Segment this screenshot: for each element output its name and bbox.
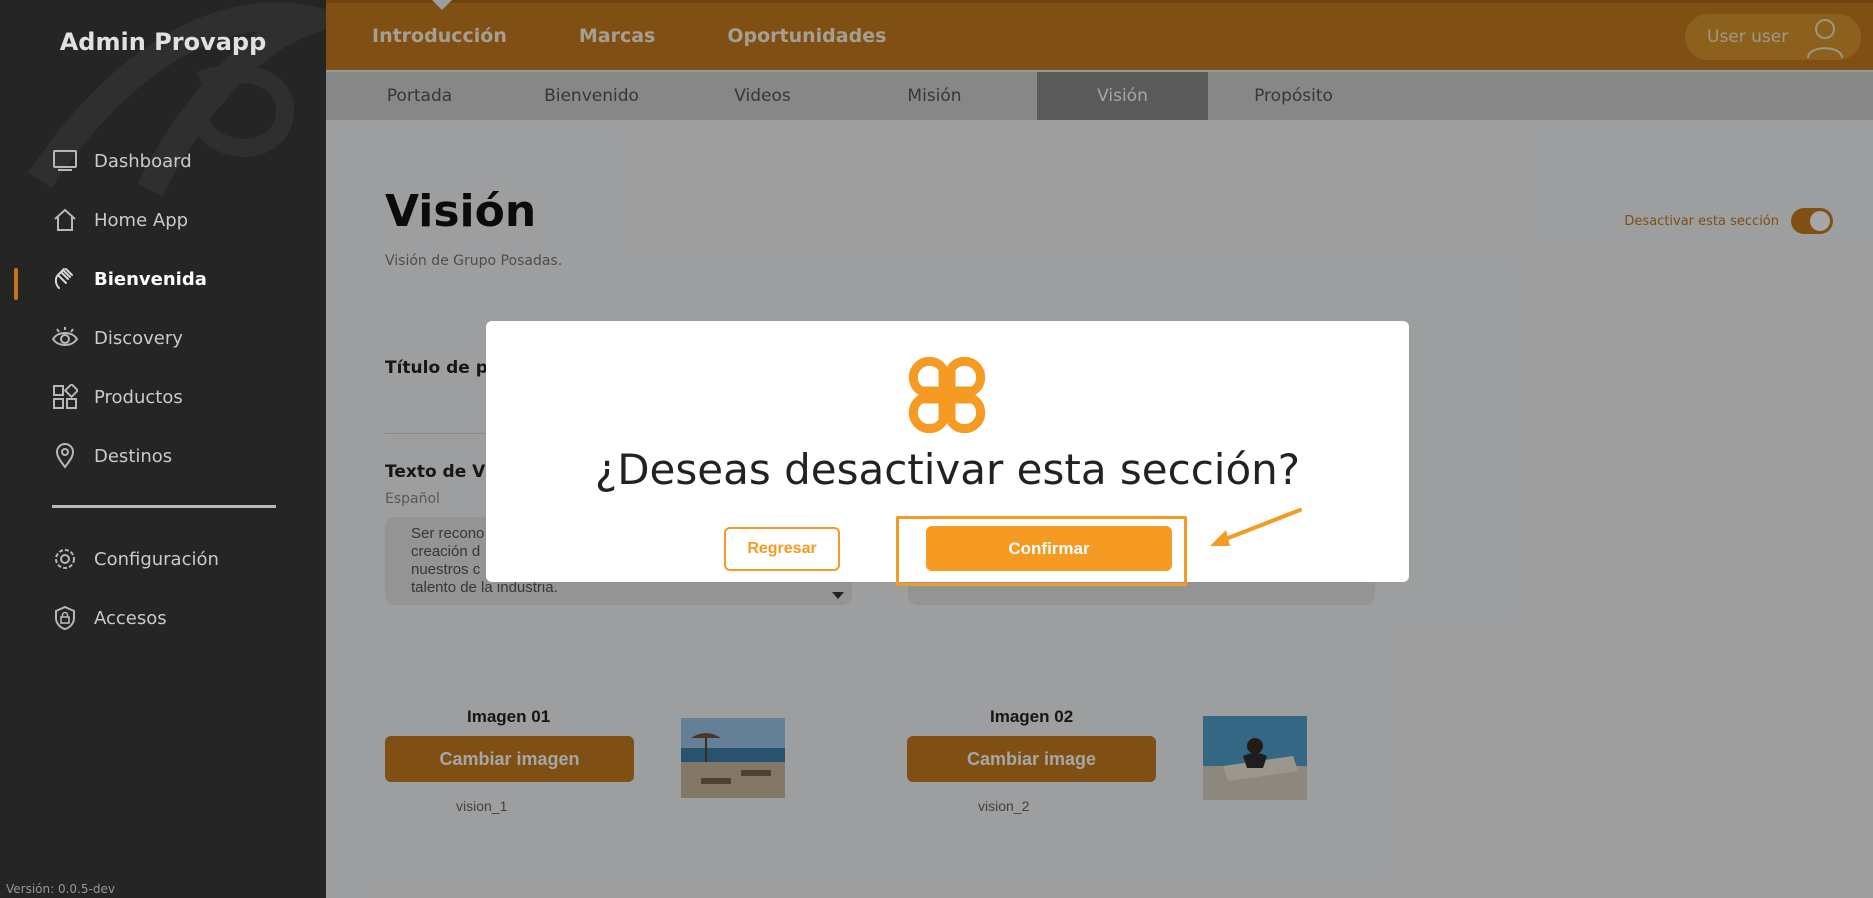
pointer-arrow-icon <box>1202 506 1302 554</box>
back-button[interactable]: Regresar <box>724 527 840 571</box>
sidebar-backdrop <box>0 0 326 898</box>
dialog-question: ¿Deseas desactivar esta sección? <box>594 445 1301 494</box>
clover-logo-icon <box>901 349 993 441</box>
confirm-highlight-box <box>896 516 1187 586</box>
